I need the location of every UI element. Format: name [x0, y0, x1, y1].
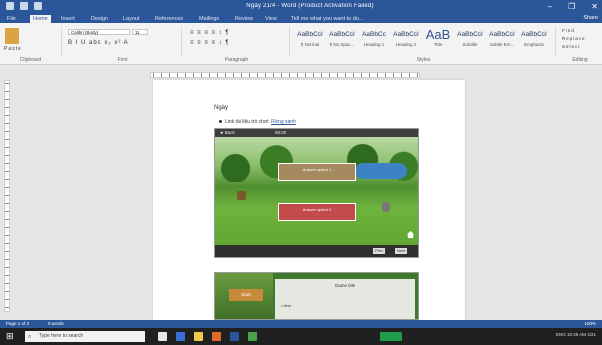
search-placeholder: Type here to search: [39, 333, 84, 339]
file-explorer-icon[interactable]: [194, 332, 203, 341]
game2-item: • Item: [281, 303, 292, 308]
task-view-icon[interactable]: [158, 332, 167, 341]
app-icon[interactable]: [380, 332, 402, 341]
game-back-label[interactable]: ◄ Back: [219, 130, 235, 135]
tree-stump: [237, 191, 246, 200]
page-count[interactable]: Page 1 of 3: [6, 321, 29, 326]
edge-icon[interactable]: [176, 332, 185, 341]
ribbon: Paste Clipboard Calibri (Body) 11 B I U …: [0, 23, 602, 65]
game-link[interactable]: Rừng xanh: [271, 119, 296, 125]
game-screenshot-1: ◄ Back 00:00 Answer option 1 Answer opti…: [214, 128, 419, 258]
home-icon[interactable]: [406, 230, 415, 239]
system-tray[interactable]: ENG 10:45 AM 4/21: [556, 332, 596, 337]
pond: [355, 163, 407, 179]
tab-review[interactable]: Review: [232, 15, 256, 23]
tell-me-search[interactable]: Tell me what you want to do...: [288, 15, 366, 23]
clipboard-group: Paste Clipboard: [0, 26, 62, 63]
clipboard-label: Clipboard: [19, 57, 42, 63]
word-count[interactable]: 0 words: [48, 321, 64, 326]
game2-start-label[interactable]: Start: [229, 289, 263, 301]
tab-design[interactable]: Design: [88, 15, 111, 23]
ribbon-tabs: File Home Insert Design Layout Reference…: [0, 14, 602, 23]
font-size-select[interactable]: 11: [132, 29, 148, 35]
answer-box-1[interactable]: Answer option 1: [278, 163, 356, 181]
styles-label: Styles: [416, 57, 431, 63]
find-button[interactable]: Find: [562, 28, 575, 33]
game2-title: Game title: [334, 283, 356, 288]
select-button[interactable]: Select: [562, 44, 581, 49]
tab-home[interactable]: Home: [30, 15, 51, 23]
bullet-item: Link tài liệu trò chơi: Rừng xanh: [219, 119, 296, 125]
maximize-button[interactable]: ❐: [568, 2, 575, 11]
tab-view[interactable]: View: [262, 15, 280, 23]
redo-icon[interactable]: [34, 2, 42, 10]
raccoon-character: [382, 202, 390, 212]
quick-access-toolbar: [6, 2, 42, 10]
prev-button[interactable]: Prev: [373, 248, 386, 254]
style-subtitle[interactable]: AaBbCcI Subtitle: [456, 28, 484, 50]
paste-label[interactable]: Paste: [4, 46, 22, 52]
paragraph-group: ≡ ≡ ≡ ≡ ↕ ¶ ≡ ≡ ≡ ≡ ↕ ¶ Paragraph: [184, 26, 290, 63]
style-subtle-emphasis[interactable]: AaBbCcI Subtle Em...: [488, 28, 516, 50]
style-emphasis[interactable]: AaBbCcI Emphasis: [520, 28, 548, 50]
minimize-button[interactable]: –: [548, 2, 552, 11]
vertical-ruler[interactable]: [4, 80, 10, 312]
tab-file[interactable]: File: [4, 15, 19, 23]
paste-icon[interactable]: [5, 28, 19, 44]
font-format-buttons[interactable]: B I U abc x₂ x² A: [68, 40, 129, 46]
game-timer: 00:00: [275, 130, 287, 135]
game-screenshot-2: Start Game title • Item: [214, 272, 419, 320]
document-heading: Ngày: [214, 105, 229, 111]
editing-label: Editing: [572, 57, 588, 63]
styles-group: AaBbCcI ¶ Normal AaBbCcI ¶ No Spac... AaBb…: [292, 26, 556, 63]
font-label: Font: [117, 57, 128, 63]
window-title: Ngày 21/4 - Word (Product Activation Fai…: [246, 3, 374, 9]
paragraph-buttons[interactable]: ≡ ≡ ≡ ≡ ↕ ¶: [190, 30, 230, 36]
undo-icon[interactable]: [20, 2, 28, 10]
tab-references[interactable]: References: [152, 15, 186, 23]
title-bar: Ngày 21/4 - Word (Product Activation Fai…: [0, 0, 602, 14]
font-size-value: 11: [135, 30, 140, 35]
chrome-icon[interactable]: [248, 332, 257, 341]
windows-start-icon[interactable]: ⊞: [6, 332, 14, 341]
editing-group: Find Replace Select Editing: [558, 26, 602, 63]
taskbar-search[interactable]: Type here to search: [25, 331, 145, 342]
style-normal[interactable]: AaBbCcI ¶ Normal: [296, 28, 324, 50]
alignment-buttons[interactable]: ≡ ≡ ≡ ≡ ↕ ¶: [190, 40, 230, 46]
font-name-value: Calibri (Body): [71, 30, 99, 35]
taskbar: ⊞ Type here to search ⌕ ENG 10:45 AM 4/2…: [0, 328, 602, 345]
answer-box-2[interactable]: Answer option 2: [278, 203, 356, 221]
bullet-icon: [219, 120, 222, 124]
store-icon[interactable]: [212, 332, 221, 341]
tab-insert[interactable]: Insert: [58, 15, 78, 23]
bullet-text: Link tài liệu trò chơi:: [225, 119, 270, 125]
horizontal-ruler[interactable]: [150, 72, 420, 78]
vruler-ticks: [5, 83, 9, 309]
style-heading-1[interactable]: AaBbCc Heading 1: [360, 28, 388, 50]
ruler-ticks: [153, 73, 419, 77]
document-page[interactable]: Ngày Link tài liệu trò chơi: Rừng xanh ◄…: [153, 80, 465, 320]
style-title[interactable]: AaB Title: [424, 28, 452, 50]
replace-button[interactable]: Replace: [562, 36, 586, 41]
search-icon: ⌕: [28, 334, 32, 340]
tab-layout[interactable]: Layout: [120, 15, 143, 23]
tab-mailings[interactable]: Mailings: [196, 15, 222, 23]
share-button[interactable]: Share: [583, 15, 598, 21]
next-button[interactable]: Next: [395, 248, 408, 254]
game2-panel: Game title • Item: [275, 279, 415, 319]
save-icon[interactable]: [6, 2, 14, 10]
style-heading-2[interactable]: AaBbCcI Heading 2: [392, 28, 420, 50]
style-no-spacing[interactable]: AaBbCcI ¶ No Spac...: [328, 28, 356, 50]
font-name-select[interactable]: Calibri (Body): [68, 29, 130, 35]
window-controls: – ❐ ✕: [548, 2, 598, 11]
zoom-level[interactable]: 100%: [584, 321, 596, 326]
font-group: Calibri (Body) 11 B I U abc x₂ x² A Font: [64, 26, 182, 63]
close-button[interactable]: ✕: [591, 2, 598, 11]
game-top-bar: ◄ Back 00:00: [215, 129, 418, 137]
paragraph-label: Paragraph: [224, 57, 249, 63]
game-bottom-bar: Prev Next: [215, 245, 418, 257]
status-bar: Page 1 of 3 0 words 100%: [0, 320, 602, 328]
word-icon[interactable]: [230, 332, 239, 341]
